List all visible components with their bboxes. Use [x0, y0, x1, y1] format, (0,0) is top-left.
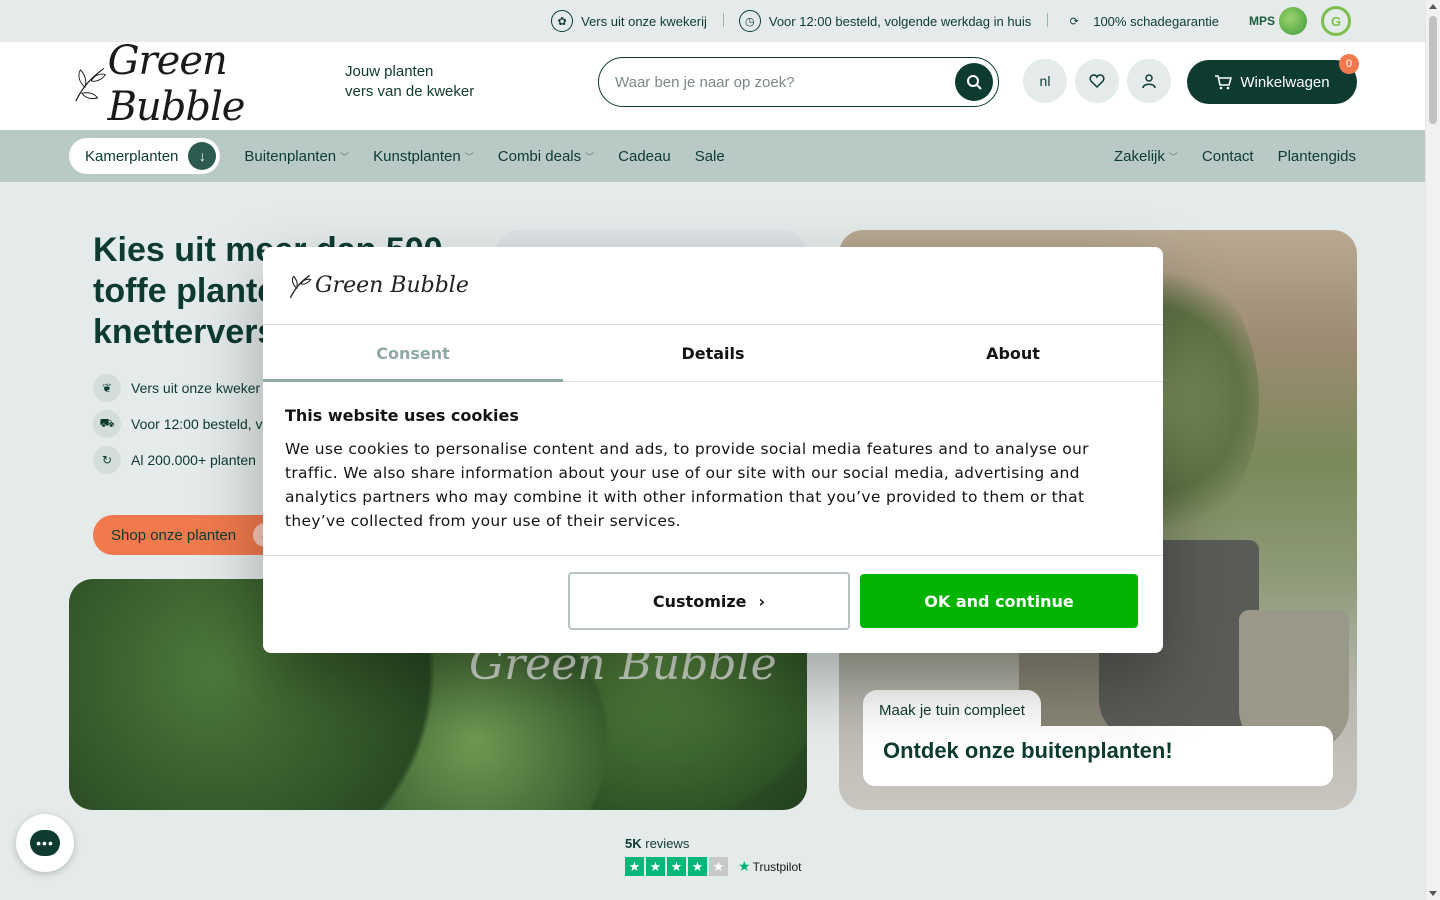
cookie-dialog: Green Bubble Consent Details About This … — [263, 247, 1163, 653]
tab-details[interactable]: Details — [563, 325, 863, 381]
scrollbar-thumb[interactable] — [1429, 16, 1437, 124]
chevron-right-icon: › — [758, 591, 766, 611]
tab-about[interactable]: About — [863, 325, 1163, 381]
dialog-tabs: Consent Details About — [263, 325, 1163, 382]
leaf-logo-icon — [289, 274, 312, 298]
dialog-title: This website uses cookies — [285, 406, 519, 425]
page: ✿ Vers uit onze kwekerij ◷ Voor 12:00 be… — [0, 0, 1425, 900]
dialog-body: This website uses cookies We use cookies… — [263, 382, 1163, 556]
dialog-logo: Green Bubble — [263, 247, 1163, 325]
tab-consent[interactable]: Consent — [263, 325, 563, 382]
customize-button[interactable]: Customize › — [568, 572, 850, 630]
dialog-text: We use cookies to personalise content an… — [285, 440, 1089, 530]
ok-and-continue-button[interactable]: OK and continue — [860, 574, 1138, 628]
scroll-down-icon[interactable] — [1429, 891, 1437, 896]
page-scrollbar[interactable] — [1425, 0, 1440, 900]
dialog-actions: Customize › OK and continue — [263, 556, 1163, 652]
scroll-up-icon[interactable] — [1429, 4, 1437, 9]
